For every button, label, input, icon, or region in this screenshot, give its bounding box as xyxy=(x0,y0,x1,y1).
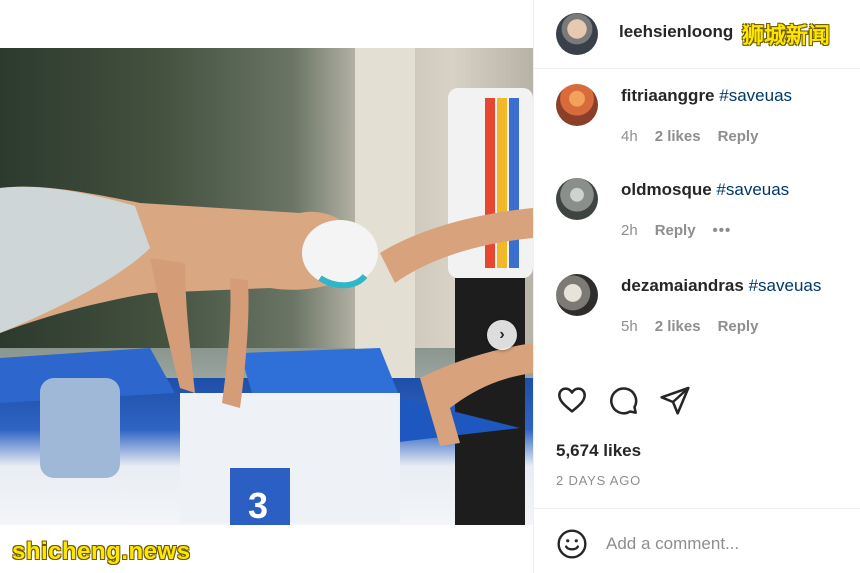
comment-reply-button[interactable]: Reply xyxy=(655,222,696,239)
author-avatar[interactable] xyxy=(556,13,598,55)
commenter-avatar[interactable] xyxy=(556,84,598,126)
comment-meta: 2h Reply ••• xyxy=(621,222,748,239)
heart-icon[interactable] xyxy=(556,384,588,416)
comment-likes[interactable]: 2 likes xyxy=(655,128,701,145)
comment-reply-button[interactable]: Reply xyxy=(718,128,759,145)
carousel-next-button[interactable]: › xyxy=(487,320,517,350)
comment-item: dezamaiandras #saveuas 5h 2 likes Reply xyxy=(534,272,860,362)
chevron-right-icon: › xyxy=(499,326,505,343)
post-media-panel: 3 › shicheng.news xyxy=(0,0,533,573)
comment-likes[interactable]: 2 likes xyxy=(655,318,701,335)
section-divider xyxy=(534,508,860,509)
post-timestamp: 2 DAYS AGO xyxy=(556,473,642,488)
comment-meta: 4h 2 likes Reply xyxy=(621,128,775,145)
comment-bubble-icon[interactable] xyxy=(607,384,639,416)
emoji-icon[interactable] xyxy=(556,528,588,560)
commenter-avatar[interactable] xyxy=(556,274,598,316)
photo-swimmer-illustration: 3 xyxy=(0,88,533,525)
commenter-username[interactable]: fitriaanggre xyxy=(621,86,715,105)
comment-item: oldmosque #saveuas 2h Reply ••• xyxy=(534,176,860,266)
watermark-logo-text: 狮城新闻 xyxy=(742,23,831,48)
comment-more-options-icon[interactable]: ••• xyxy=(713,222,732,239)
commenter-username[interactable]: oldmosque xyxy=(621,180,712,199)
comment-hashtag[interactable]: #saveuas xyxy=(716,180,789,199)
comment-text: fitriaanggre #saveuas xyxy=(621,86,792,106)
comment-hashtag[interactable]: #saveuas xyxy=(749,276,822,295)
comment-text: oldmosque #saveuas xyxy=(621,180,789,200)
post-actions-bar xyxy=(534,384,860,424)
add-comment-input[interactable] xyxy=(606,530,836,558)
comment-time: 5h xyxy=(621,318,638,335)
comment-text: dezamaiandras #saveuas xyxy=(621,276,821,296)
comment-meta: 5h 2 likes Reply xyxy=(621,318,775,335)
add-comment-row xyxy=(534,515,860,573)
post-header: leehsienloong 狮城新闻 xyxy=(534,0,860,69)
post-photo[interactable]: 3 › xyxy=(0,48,533,525)
comment-item: fitriaanggre #saveuas 4h 2 likes Reply xyxy=(534,82,860,172)
comment-time: 4h xyxy=(621,128,638,145)
commenter-username[interactable]: dezamaiandras xyxy=(621,276,744,295)
likes-count[interactable]: 5,674 likes xyxy=(556,441,641,461)
send-icon[interactable] xyxy=(659,384,691,416)
post-details-panel: leehsienloong 狮城新闻 fitriaanggre #saveuas… xyxy=(533,0,860,573)
commenter-avatar[interactable] xyxy=(556,178,598,220)
comment-reply-button[interactable]: Reply xyxy=(718,318,759,335)
comment-time: 2h xyxy=(621,222,638,239)
author-username[interactable]: leehsienloong xyxy=(619,22,733,42)
svg-text:3: 3 xyxy=(248,485,268,525)
watermark-site: shicheng.news xyxy=(12,538,191,565)
comment-hashtag[interactable]: #saveuas xyxy=(719,86,792,105)
